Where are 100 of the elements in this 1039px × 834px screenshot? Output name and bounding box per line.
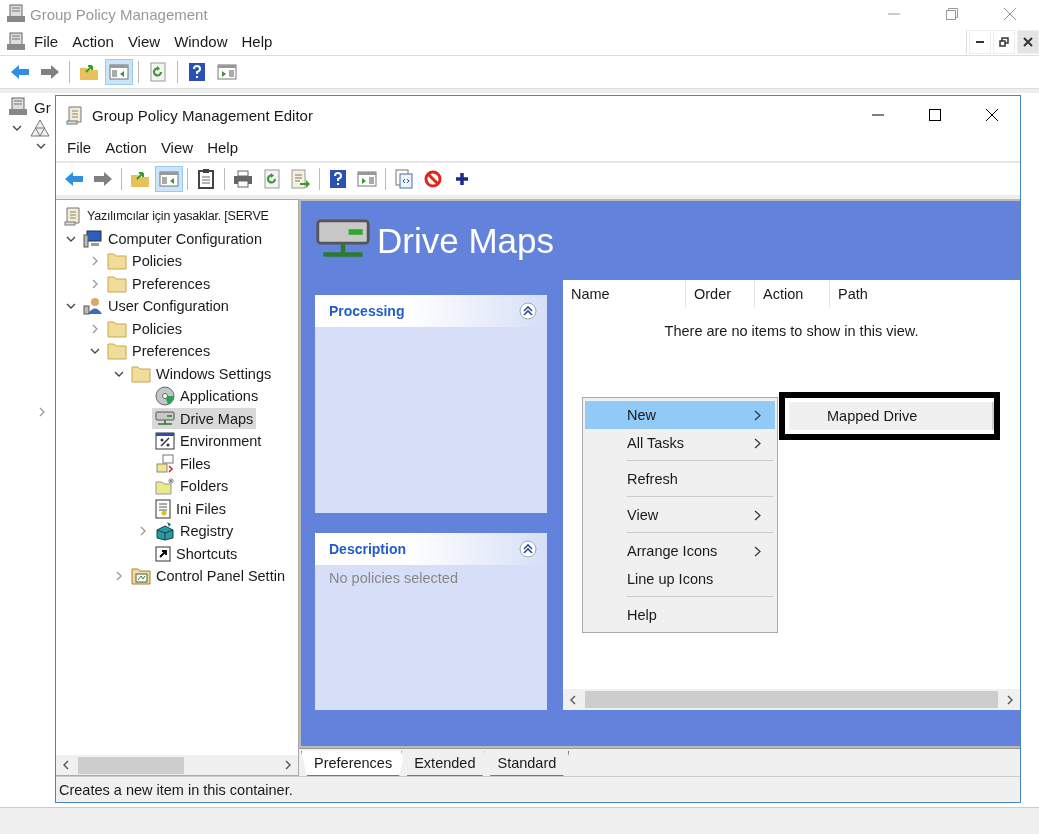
column-header[interactable]: Action [755,280,830,308]
tree-item[interactable]: Preferences [104,273,214,295]
column-header[interactable]: Name [563,280,686,308]
restore-icon[interactable] [945,7,959,21]
action-pane-icon [357,170,377,188]
menu-item[interactable]: Help [200,139,245,156]
menu-item[interactable]: Help [585,601,775,629]
maximize-icon[interactable] [927,108,942,122]
tree-item[interactable]: Ini Files [152,498,229,520]
menu-item[interactable]: File [26,33,66,50]
menu-item[interactable]: File [60,139,99,156]
document-icon [155,498,171,519]
tab[interactable]: Standard [484,751,570,776]
expand-chevron-icon[interactable] [37,407,47,417]
files-icon [155,453,175,474]
help-icon [188,62,206,82]
disc-icon [155,386,175,407]
scroll-right-icon[interactable] [1006,694,1014,705]
user-icon [83,297,103,316]
refresh-icon [150,62,166,82]
window-title: Group Policy Management Editor [92,106,313,124]
scroll-icon [64,206,82,227]
shortcut-icon [155,545,171,562]
section-title: Description [329,541,406,557]
close-icon[interactable] [984,108,999,122]
tree-item[interactable]: Folders [152,475,232,497]
tree-item[interactable]: Gr [34,98,51,116]
tree-item[interactable]: Preferences [104,340,214,362]
tree-item[interactable]: Shortcuts [152,543,241,565]
status-text: Creates a new item in this container. [59,781,293,798]
folder-icon [107,342,127,361]
app-icon [6,4,26,24]
menu-item[interactable]: Action [65,33,121,50]
app-icon [8,97,28,117]
menu-item[interactable]: Action [98,139,154,156]
tree-item[interactable]: Computer Configuration [80,228,265,250]
control-panel-folder-icon [131,567,151,586]
expand-chevron-icon[interactable] [138,526,148,537]
menu-item[interactable]: New [585,401,775,429]
folder-up-icon [130,170,150,188]
panel-heading: Drive Maps [377,220,554,261]
collapse-icon[interactable] [519,540,537,558]
tree-item[interactable]: Files [152,453,214,475]
folder-icon [107,274,127,293]
menu-item[interactable]: Help [234,33,280,50]
tree-item[interactable]: Control Panel Settin [128,565,288,587]
horizontal-scrollbar[interactable] [56,755,298,775]
close-icon [1023,36,1033,47]
tab[interactable]: Preferences [301,751,406,776]
forward-icon [40,64,60,80]
tree-item[interactable]: Applications [152,385,262,407]
collapse-chevron-icon[interactable] [36,141,46,151]
restore-button[interactable] [993,29,1015,54]
collapse-icon[interactable] [519,302,537,320]
app-icon [6,31,26,52]
menu-item[interactable]: View [585,501,775,529]
tree-item[interactable]: User Configuration [80,295,232,317]
column-header[interactable]: Path [830,280,1020,308]
tree-item[interactable]: Policies [104,250,185,272]
tree-item[interactable]: Environment [152,430,265,452]
tree-item[interactable]: Registry [152,520,237,542]
export-list-icon [291,169,311,189]
menu-item[interactable]: All Tasks [585,429,775,457]
blocked-icon [424,170,442,188]
menu-item[interactable]: Window [167,33,235,50]
expand-chevron-icon[interactable] [90,278,100,289]
restore-icon [999,36,1009,47]
computer-icon [83,229,103,248]
collapse-chevron-icon[interactable] [12,123,22,133]
section-title: Processing [329,303,405,319]
tree-item[interactable]: Yazılımcılar için yasaklar. [SERVE [61,205,272,227]
horizontal-scrollbar[interactable] [563,689,1020,710]
menu-item[interactable]: View [120,33,168,50]
section-text: No policies selected [329,570,458,586]
folder-icon [155,477,175,496]
tree-item[interactable]: Drive Maps [152,408,257,430]
expand-chevron-icon[interactable] [114,571,124,582]
folder-icon [131,364,151,383]
expand-chevron-icon[interactable] [90,256,100,267]
percent-window-icon [155,432,175,451]
menu-item[interactable]: Refresh [585,465,775,493]
tree-item[interactable]: Windows Settings [128,363,275,385]
scroll-left-icon[interactable] [62,760,70,770]
plus-icon [455,172,469,186]
column-header[interactable]: Order [686,280,755,308]
forward-icon [93,171,113,187]
menu-item[interactable]: Arrange Icons [585,537,775,565]
back-icon [10,64,30,80]
scroll-left-icon[interactable] [569,694,577,705]
minimize-button[interactable] [969,29,991,54]
menu-item[interactable]: View [153,139,201,156]
refresh-icon [264,169,280,189]
close-button[interactable] [1017,29,1039,54]
menu-item[interactable]: Mapped Drive [789,402,994,430]
action-pane-icon [217,63,237,81]
scroll-right-icon[interactable] [284,760,292,770]
help-icon [329,169,347,189]
tree-item[interactable]: Policies [104,318,185,340]
menu-item[interactable]: Line up Icons [585,565,775,593]
expand-chevron-icon[interactable] [90,323,100,334]
